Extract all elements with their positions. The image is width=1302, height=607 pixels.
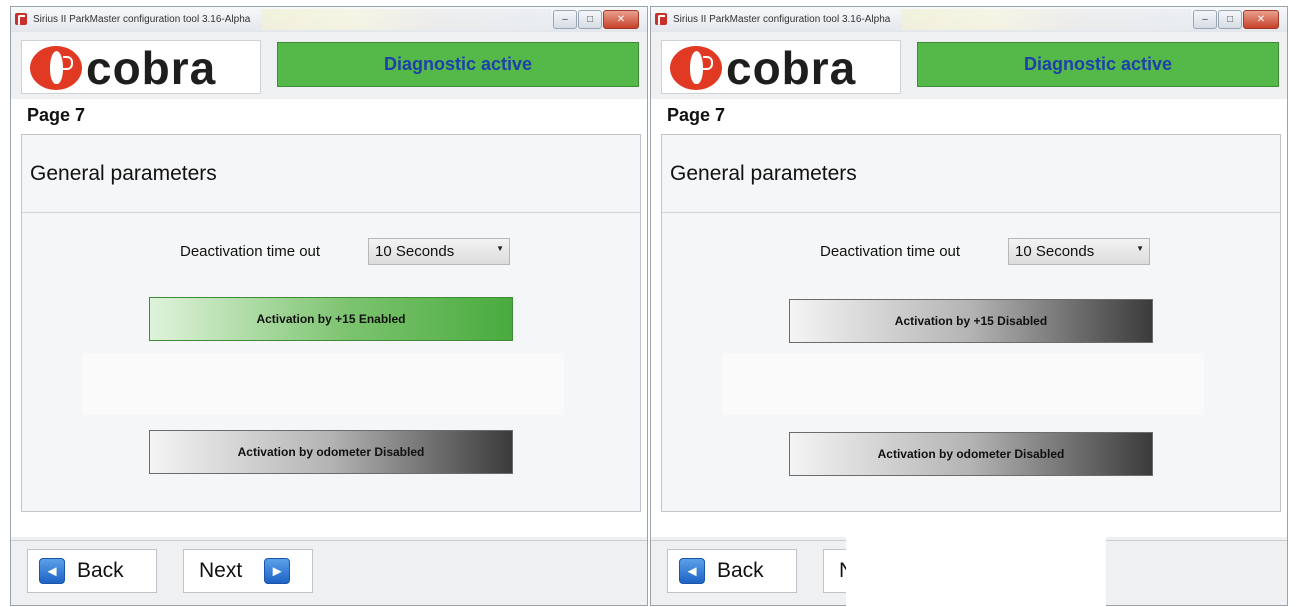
back-button[interactable]: ◄ Back xyxy=(667,549,797,593)
back-button-label: Back xyxy=(77,559,124,582)
app-window-left: Sirius II ParkMaster configuration tool … xyxy=(10,6,648,606)
cobra-logo: cobra xyxy=(21,40,261,94)
panel-header: General parameters xyxy=(662,135,1280,213)
occluding-overlay xyxy=(846,518,1106,607)
empty-panel-area xyxy=(82,353,564,415)
plus15-activation-button[interactable]: Activation by +15 Enabled xyxy=(149,297,513,341)
empty-panel-area xyxy=(722,353,1204,415)
parameters-panel: General parameters Deactivation time out… xyxy=(661,134,1281,512)
app-icon xyxy=(655,13,667,25)
page-label: Page 7 xyxy=(667,105,726,125)
cobra-logo-mark xyxy=(30,46,82,90)
status-banner: Diagnostic active xyxy=(277,42,639,87)
status-banner: Diagnostic active xyxy=(917,42,1279,87)
window-title: Sirius II ParkMaster configuration tool … xyxy=(673,14,891,25)
title-bar[interactable]: Sirius II ParkMaster configuration tool … xyxy=(651,7,1287,32)
chevron-down-icon: ▼ xyxy=(1136,244,1144,253)
minimize-icon[interactable]: – xyxy=(1193,10,1217,29)
next-button-label: Next xyxy=(199,559,243,582)
arrow-right-icon: ► xyxy=(264,558,291,584)
section-title: General parameters xyxy=(30,162,217,185)
plus15-activation-button[interactable]: Activation by +15 Disabled xyxy=(789,299,1153,343)
timeout-select[interactable]: 10 Seconds ▼ xyxy=(368,238,510,265)
close-icon[interactable]: ✕ xyxy=(603,10,639,29)
odometer-activation-button[interactable]: Activation by odometer Disabled xyxy=(149,430,513,474)
timeout-select-value: 10 Seconds xyxy=(375,243,455,260)
close-icon[interactable]: ✕ xyxy=(1243,10,1279,29)
maximize-icon[interactable]: □ xyxy=(578,10,602,29)
timeout-select-value: 10 Seconds xyxy=(1015,243,1095,260)
title-bar[interactable]: Sirius II ParkMaster configuration tool … xyxy=(11,7,647,32)
timeout-select[interactable]: 10 Seconds ▼ xyxy=(1008,238,1150,265)
page-label: Page 7 xyxy=(27,105,86,125)
minimize-icon[interactable]: – xyxy=(553,10,577,29)
timeout-label: Deactivation time out xyxy=(820,243,961,260)
cobra-logo-mark xyxy=(670,46,722,90)
odometer-activation-button[interactable]: Activation by odometer Disabled xyxy=(789,432,1153,476)
window-title: Sirius II ParkMaster configuration tool … xyxy=(33,14,251,25)
app-window-right: Sirius II ParkMaster configuration tool … xyxy=(650,6,1288,606)
app-icon xyxy=(15,13,27,25)
arrow-left-icon: ◄ xyxy=(679,558,705,584)
logo-text: cobra xyxy=(86,42,217,94)
back-button[interactable]: ◄ Back xyxy=(27,549,157,593)
window-controls: – □ ✕ xyxy=(1193,10,1279,29)
section-title: General parameters xyxy=(670,162,857,185)
chevron-down-icon: ▼ xyxy=(496,244,504,253)
timeout-label: Deactivation time out xyxy=(180,243,321,260)
logo-text: cobra xyxy=(726,42,857,94)
arrow-left-icon: ◄ xyxy=(39,558,65,584)
panel-header: General parameters xyxy=(22,135,640,213)
cobra-logo: cobra xyxy=(661,40,901,94)
back-button-label: Back xyxy=(717,559,764,582)
next-button[interactable]: Next ► xyxy=(183,549,313,593)
maximize-icon[interactable]: □ xyxy=(1218,10,1242,29)
footer-divider xyxy=(11,540,647,541)
window-controls: – □ ✕ xyxy=(553,10,639,29)
parameters-panel: General parameters Deactivation time out… xyxy=(21,134,641,512)
